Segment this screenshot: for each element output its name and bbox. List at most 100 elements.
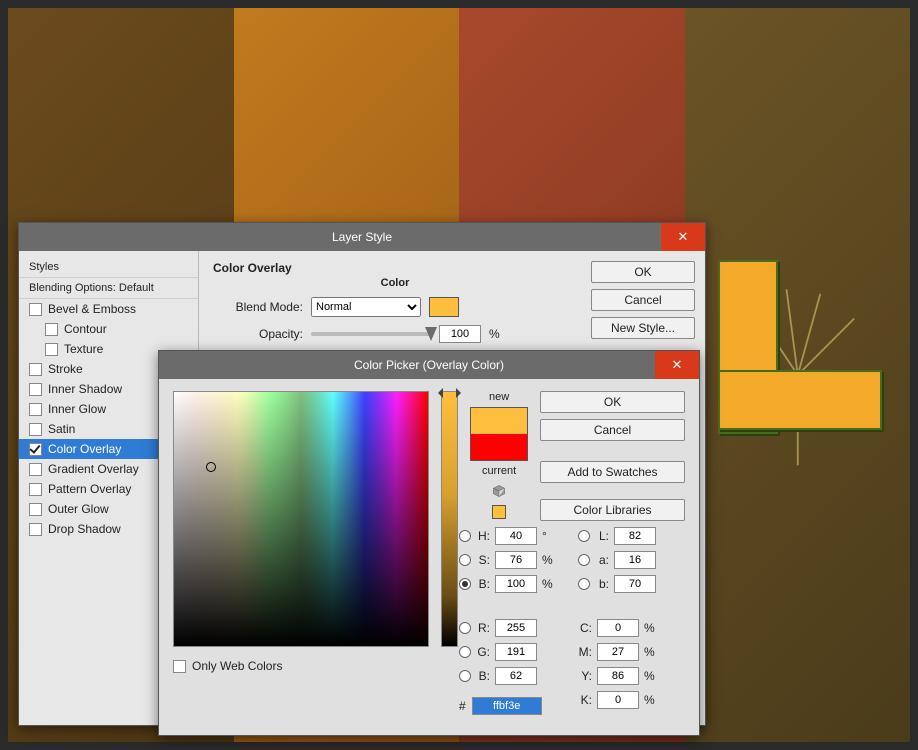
style-checkbox[interactable] xyxy=(29,383,42,396)
style-item-label: Bevel & Emboss xyxy=(48,302,136,316)
opacity-input[interactable] xyxy=(439,325,481,343)
saturation-value-field[interactable] xyxy=(173,391,429,647)
l-label: L: xyxy=(595,529,609,543)
style-checkbox[interactable] xyxy=(29,403,42,416)
b-radio[interactable] xyxy=(459,578,471,590)
styles-header[interactable]: Styles xyxy=(19,257,198,278)
pct-unit: % xyxy=(644,621,658,635)
rgb-b-radio[interactable] xyxy=(459,670,471,682)
only-web-colors-label: Only Web Colors xyxy=(192,659,282,673)
lab-b-radio[interactable] xyxy=(578,578,590,590)
h-radio[interactable] xyxy=(459,530,471,542)
section-subtitle: Color xyxy=(213,277,577,289)
slider-thumb-icon[interactable] xyxy=(425,327,437,341)
a-input[interactable] xyxy=(614,551,656,569)
pct-unit: % xyxy=(542,553,556,567)
l-radio[interactable] xyxy=(578,530,590,542)
close-icon[interactable]: ✕ xyxy=(655,351,699,379)
g-input[interactable] xyxy=(495,643,537,661)
s-label: S: xyxy=(476,553,490,567)
rgb-b-input[interactable] xyxy=(495,667,537,685)
r-input[interactable] xyxy=(495,619,537,637)
a-label: a: xyxy=(595,553,609,567)
s-radio[interactable] xyxy=(459,554,471,566)
c-input[interactable] xyxy=(597,619,639,637)
hex-input[interactable] xyxy=(472,697,542,715)
style-item-label: Contour xyxy=(64,322,107,336)
c-label: C: xyxy=(578,621,592,635)
y-input[interactable] xyxy=(597,667,639,685)
cube-icon[interactable] xyxy=(492,484,506,498)
k-input[interactable] xyxy=(597,691,639,709)
m-input[interactable] xyxy=(597,643,639,661)
style-checkbox[interactable] xyxy=(45,343,58,356)
section-title: Color Overlay xyxy=(213,261,577,275)
style-checkbox[interactable] xyxy=(29,503,42,516)
color-libraries-button[interactable]: Color Libraries xyxy=(540,499,685,521)
color-picker-titlebar[interactable]: Color Picker (Overlay Color) ✕ xyxy=(159,351,699,379)
blending-options-header[interactable]: Blending Options: Default xyxy=(19,278,198,299)
pct-unit: % xyxy=(644,669,658,683)
style-item-label: Inner Glow xyxy=(48,402,106,416)
h-input[interactable] xyxy=(495,527,537,545)
a-radio[interactable] xyxy=(578,554,590,566)
cancel-button[interactable]: Cancel xyxy=(540,419,685,441)
lab-b-input[interactable] xyxy=(614,575,656,593)
g-label: G: xyxy=(476,645,490,659)
hex-label: # xyxy=(459,699,466,713)
new-color-swatch[interactable] xyxy=(471,408,527,434)
only-web-colors-checkbox[interactable] xyxy=(173,660,186,673)
new-style-button[interactable]: New Style... xyxy=(591,317,695,339)
k-label: K: xyxy=(578,693,592,707)
color-picker-title: Color Picker (Overlay Color) xyxy=(354,358,504,372)
add-to-swatches-button[interactable]: Add to Swatches xyxy=(540,461,685,483)
color-cursor-icon[interactable] xyxy=(206,462,216,472)
color-picker-dialog: Color Picker (Overlay Color) ✕ Only Web … xyxy=(158,350,700,736)
pct-unit: % xyxy=(644,693,658,707)
current-color-swatch[interactable] xyxy=(471,434,527,460)
r-radio[interactable] xyxy=(459,622,471,634)
style-checkbox[interactable] xyxy=(45,323,58,336)
opacity-slider[interactable] xyxy=(311,332,431,336)
new-current-swatch xyxy=(470,407,528,461)
canvas-letter-l xyxy=(718,260,878,430)
mini-swatch-icon[interactable] xyxy=(492,505,506,519)
blend-mode-select[interactable]: Normal xyxy=(311,297,421,317)
y-label: Y: xyxy=(578,669,592,683)
hue-strip[interactable] xyxy=(441,391,458,647)
opacity-label: Opacity: xyxy=(213,327,303,341)
g-radio[interactable] xyxy=(459,646,471,658)
style-checkbox[interactable] xyxy=(29,363,42,376)
cancel-button[interactable]: Cancel xyxy=(591,289,695,311)
overlay-color-swatch[interactable] xyxy=(429,297,459,317)
layer-style-titlebar[interactable]: Layer Style ✕ xyxy=(19,223,705,251)
style-item-bevel-emboss[interactable]: Bevel & Emboss xyxy=(19,299,198,319)
style-item-label: Satin xyxy=(48,422,75,436)
m-label: M: xyxy=(578,645,592,659)
layer-style-title: Layer Style xyxy=(332,230,392,244)
style-item-label: Gradient Overlay xyxy=(48,462,139,476)
style-checkbox[interactable] xyxy=(29,523,42,536)
b-input[interactable] xyxy=(495,575,537,593)
style-item-label: Texture xyxy=(64,342,103,356)
style-checkbox[interactable] xyxy=(29,483,42,496)
lab-b-label: b: xyxy=(595,577,609,591)
rgb-b-label: B: xyxy=(476,669,490,683)
style-checkbox[interactable] xyxy=(29,303,42,316)
ok-button[interactable]: OK xyxy=(540,391,685,413)
close-icon[interactable]: ✕ xyxy=(661,223,705,251)
style-item-contour[interactable]: Contour xyxy=(19,319,198,339)
style-checkbox[interactable] xyxy=(29,443,42,456)
l-input[interactable] xyxy=(614,527,656,545)
blend-mode-label: Blend Mode: xyxy=(213,300,303,314)
style-item-label: Drop Shadow xyxy=(48,522,121,536)
r-label: R: xyxy=(476,621,490,635)
style-checkbox[interactable] xyxy=(29,423,42,436)
pct-unit: % xyxy=(644,645,658,659)
b-label: B: xyxy=(476,577,490,591)
s-input[interactable] xyxy=(495,551,537,569)
style-checkbox[interactable] xyxy=(29,463,42,476)
style-item-label: Inner Shadow xyxy=(48,382,122,396)
ok-button[interactable]: OK xyxy=(591,261,695,283)
style-item-label: Outer Glow xyxy=(48,502,109,516)
